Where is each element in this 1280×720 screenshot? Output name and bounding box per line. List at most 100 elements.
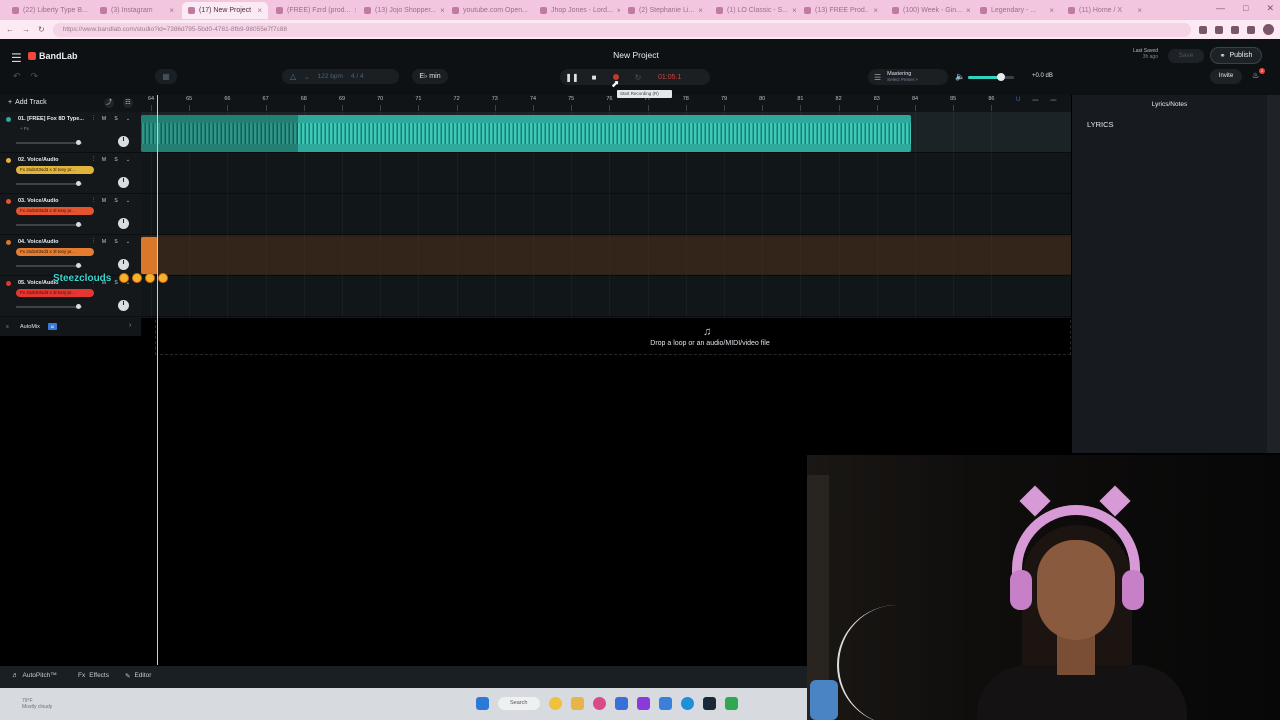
bandlab-logo[interactable]: BandLab: [28, 51, 78, 61]
tempo-control[interactable]: △ ⌄ 122 bpm 4 / 4: [282, 69, 399, 84]
maximize-icon[interactable]: □: [1243, 3, 1248, 14]
effects-chip[interactable]: Fx 2sdsrt3sd3 x 3l tony pr...: [16, 248, 94, 256]
automix-row[interactable]: ≡ AutoMix AI ›: [0, 318, 141, 336]
metronome-icon[interactable]: △: [290, 72, 296, 81]
pan-knob[interactable]: [118, 136, 129, 147]
close-icon[interactable]: ×: [1049, 6, 1054, 15]
track-header[interactable]: 01. [FREE] Fox 8D Type... ⋮ M S ⌄ + Fx: [0, 112, 141, 153]
browser-tab[interactable]: (13) FREE Prod.. ×: [798, 2, 884, 19]
track-volume-slider[interactable]: [16, 140, 82, 145]
chevron-down-icon[interactable]: ⌄: [124, 115, 132, 123]
browser-tab[interactable]: (17) New Project ×: [182, 1, 268, 19]
solo-button[interactable]: S: [112, 115, 120, 123]
browser-icon[interactable]: [593, 697, 606, 710]
track-header[interactable]: 03. Voice/Audio ⋮ M S ⌄ Fx 2sdsrt3sd3 x 3l to…: [0, 194, 141, 235]
slider-knob[interactable]: [76, 263, 81, 268]
browser-tab[interactable]: Jhop Jones - Lord... ×: [534, 2, 620, 19]
track-volume-slider[interactable]: [16, 263, 82, 268]
pan-knob[interactable]: [118, 218, 129, 229]
track-name[interactable]: 02. Voice/Audio: [18, 157, 90, 163]
weather-widget[interactable]: 79°F Mostly cloudy: [22, 698, 52, 710]
zoom-in-icon[interactable]: ▬: [1050, 97, 1056, 103]
publish-button[interactable]: ⚭ Publish: [1210, 47, 1262, 64]
stop-button[interactable]: ■: [588, 71, 600, 83]
effects-chip[interactable]: Fx 2sdsrt3sd3 x 3l tony pr...: [16, 289, 94, 297]
side-scrollbar[interactable]: [1267, 95, 1280, 453]
slider-knob[interactable]: [76, 140, 81, 145]
solo-button[interactable]: S: [112, 197, 120, 205]
editor-button[interactable]: ✎ Editor: [125, 672, 151, 680]
browser-tab[interactable]: youtube.com Open...×: [446, 2, 532, 19]
taskbar-search[interactable]: Search: [498, 697, 540, 710]
menu-icon[interactable]: ☰: [11, 51, 22, 65]
volume-icon[interactable]: 🔈: [955, 72, 965, 81]
loop-button[interactable]: ↻: [632, 71, 644, 83]
tempo-value[interactable]: 122 bpm: [318, 73, 343, 80]
autopitch-button[interactable]: ♬ AutoPitch™: [12, 672, 57, 679]
chevron-down-icon[interactable]: ⌄: [124, 197, 132, 205]
track-name[interactable]: 03. Voice/Audio: [18, 198, 90, 204]
more-icon[interactable]: ⋮: [91, 115, 96, 123]
undo-icon[interactable]: ↶: [13, 71, 21, 82]
slider-knob[interactable]: [76, 181, 81, 186]
store-icon[interactable]: [615, 697, 628, 710]
reload-icon[interactable]: ↻: [38, 25, 45, 34]
track-lane[interactable]: [141, 153, 1071, 194]
chevron-down-icon[interactable]: ⌄: [124, 156, 132, 164]
automation-icon[interactable]: ⤴: [104, 98, 114, 108]
add-track-button[interactable]: + Add Track: [8, 99, 47, 106]
close-icon[interactable]: ×: [617, 6, 620, 15]
pause-button[interactable]: ❚❚: [565, 71, 578, 83]
forward-icon[interactable]: →: [22, 25, 30, 34]
steam-icon[interactable]: [703, 697, 716, 710]
edge-icon[interactable]: [681, 697, 694, 710]
chevron-right-icon[interactable]: ›: [129, 322, 131, 329]
browser-tab[interactable]: (2) Stephanie Li... ×: [622, 2, 708, 19]
track-name[interactable]: 01. [FREE] Fox 8D Type...: [18, 116, 90, 122]
copilot-icon[interactable]: [549, 697, 562, 710]
solo-button[interactable]: S: [112, 238, 120, 246]
track-lane[interactable]: [141, 276, 1071, 317]
minimize-icon[interactable]: —: [1216, 3, 1225, 14]
snap-icon[interactable]: U: [1016, 97, 1020, 103]
mute-button[interactable]: M: [100, 197, 108, 205]
close-icon[interactable]: ×: [257, 6, 262, 15]
track-volume-slider[interactable]: [16, 304, 82, 309]
effects-chip[interactable]: Fx 2sdsrt3sd3 x 3l tony pr...: [16, 207, 94, 215]
more-icon[interactable]: ⋮: [91, 156, 96, 164]
chevron-down-icon[interactable]: ⌄: [124, 238, 132, 246]
browser-tab[interactable]: (1) LO Classic - S... ×: [710, 2, 796, 19]
effects-button[interactable]: Fx Effects: [78, 672, 109, 679]
key-button[interactable]: E♭ min: [412, 69, 448, 84]
mute-button[interactable]: M: [100, 115, 108, 123]
slider-knob[interactable]: [76, 304, 81, 309]
close-icon[interactable]: ×: [873, 6, 878, 15]
browser-tab[interactable]: (FREE) Fzrd (prod...×: [270, 2, 356, 19]
close-icon[interactable]: ×: [792, 6, 796, 15]
time-signature[interactable]: 4 / 4: [351, 73, 364, 80]
close-icon[interactable]: ×: [354, 6, 356, 15]
bell-icon[interactable]: ♨: [1252, 71, 1259, 80]
track-header[interactable]: 04. Voice/Audio ⋮ M S ⌄ Fx 2sdsrt3sd3 x 3l to…: [0, 235, 141, 276]
extension-icon[interactable]: [1247, 25, 1255, 34]
browser-tab[interactable]: Legendary - ... ×: [974, 2, 1060, 19]
mastering-button[interactable]: ☰ Mastering Select Preset >: [868, 69, 948, 85]
browser-tab[interactable]: (100) Week - Gin... ×: [886, 2, 972, 19]
zoom-out-icon[interactable]: ▬: [1032, 97, 1038, 103]
track-name[interactable]: 04. Voice/Audio: [18, 239, 90, 245]
timeline-ruler[interactable]: 64 65 66 67 68 69 70 71 72 73 74 75 76 77 78 79 80 81 82 83…: [141, 95, 1071, 112]
pan-knob[interactable]: [118, 177, 129, 188]
extension-icon[interactable]: [1199, 25, 1207, 34]
file-explorer-icon[interactable]: [571, 697, 584, 710]
app-icon[interactable]: [725, 697, 738, 710]
solo-button[interactable]: S: [112, 156, 120, 164]
lyrics-heading[interactable]: LYRICS: [1087, 120, 1114, 129]
close-icon[interactable]: ×: [440, 6, 444, 15]
back-icon[interactable]: ←: [6, 25, 14, 34]
invite-button[interactable]: Invite: [1210, 69, 1242, 84]
track-volume-slider[interactable]: [16, 222, 82, 227]
volume-knob[interactable]: [997, 73, 1006, 81]
track-settings-icon[interactable]: ☷: [123, 98, 133, 108]
browser-tab[interactable]: (22) Liberty Type B...×: [6, 2, 92, 19]
close-window-icon[interactable]: ✕: [1266, 3, 1274, 14]
